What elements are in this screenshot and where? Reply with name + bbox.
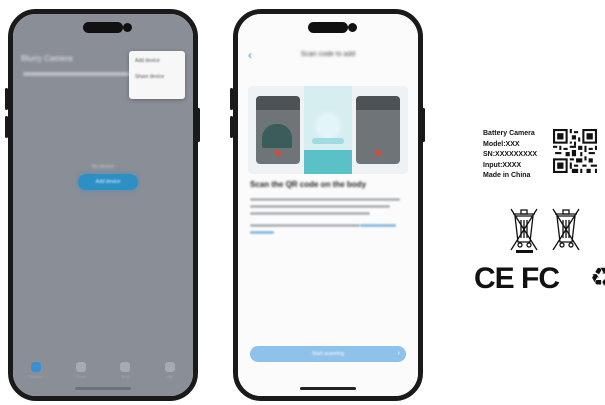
- scan-instruction-heading: Scan the QR code on the body: [250, 180, 367, 189]
- label-line-model: Model:XXX: [483, 140, 520, 148]
- power-button: [422, 108, 425, 142]
- chevron-right-icon: ›: [397, 350, 400, 357]
- volume-button: [230, 88, 233, 110]
- home-indicator: [75, 387, 131, 390]
- tab-cloud[interactable]: Cloud: [68, 362, 94, 380]
- power-button: [197, 108, 200, 142]
- camera-device-image: [356, 96, 400, 164]
- scan-title: Scan code to add: [300, 51, 356, 58]
- camera-device-image: [256, 96, 300, 164]
- add-device-button[interactable]: Add device: [78, 174, 138, 190]
- volume-button: [5, 116, 8, 138]
- bin-underline: [516, 250, 533, 253]
- cloud-icon: [75, 362, 86, 372]
- phone-notch: [83, 22, 132, 33]
- weee-bins: [510, 208, 580, 253]
- label-line-origin: Made in China: [483, 172, 531, 179]
- add-menu-dropdown[interactable]: Add device Share device: [129, 51, 185, 99]
- start-scan-button[interactable]: Start scanning ›: [250, 346, 406, 362]
- reset-button-image: [304, 86, 352, 174]
- tab-me[interactable]: Me: [157, 362, 183, 380]
- volume-button: [5, 88, 8, 110]
- home-indicator: [300, 387, 356, 390]
- instruction-text-line: [250, 198, 400, 201]
- tab-label: Devices: [28, 374, 44, 379]
- profile-icon: [164, 362, 175, 372]
- empty-state-text: No device: [91, 164, 115, 170]
- phone-mockup-left: Blurry Camera + Add device Share device …: [8, 9, 198, 401]
- shop-icon: [120, 362, 131, 372]
- help-link[interactable]: [250, 231, 274, 234]
- menu-item-share-device[interactable]: Share device: [129, 67, 185, 83]
- tab-label: Cloud: [75, 374, 86, 379]
- phone-mockup-right: ‹ Scan code to add Scan the QR code on t…: [233, 9, 423, 401]
- instruction-text-line: [250, 224, 360, 227]
- home-icon: [31, 362, 41, 372]
- product-label-text: Battery Camera Model:XXX SN:XXXXXXXXX In…: [483, 129, 537, 182]
- crossed-bin-icon: [552, 208, 580, 251]
- tab-shop[interactable]: Shop: [112, 362, 138, 380]
- label-line-product: Battery Camera: [483, 130, 535, 137]
- add-device-button-label: Add device: [95, 179, 121, 185]
- instruction-text-line: [250, 205, 390, 208]
- scan-header: ‹ Scan code to add: [238, 48, 418, 66]
- instruction-text-line: [250, 212, 370, 215]
- tab-devices[interactable]: Devices: [23, 362, 49, 380]
- label-line-input: Input:XXXX: [483, 161, 522, 169]
- crossed-bin-icon: [510, 208, 538, 251]
- qr-code-icon: [553, 129, 597, 173]
- bottom-tab-bar: Devices Cloud Shop Me: [23, 362, 183, 380]
- home-subtitle-bar: [23, 72, 143, 76]
- phone-notch: [308, 22, 357, 33]
- recycle-icon: ♻: [590, 262, 605, 292]
- tab-label: Me: [167, 374, 173, 379]
- help-link[interactable]: [360, 224, 396, 227]
- volume-button: [230, 116, 233, 138]
- camera-illustration: [248, 86, 408, 174]
- certification-marks: CE FC: [474, 262, 560, 295]
- start-scan-button-label: Start scanning: [312, 351, 344, 357]
- tab-label: Shop: [120, 374, 130, 379]
- label-line-serial: SN:XXXXXXXXX: [483, 151, 538, 158]
- menu-item-add-device[interactable]: Add device: [129, 51, 185, 67]
- home-title: Blurry Camera: [21, 54, 73, 63]
